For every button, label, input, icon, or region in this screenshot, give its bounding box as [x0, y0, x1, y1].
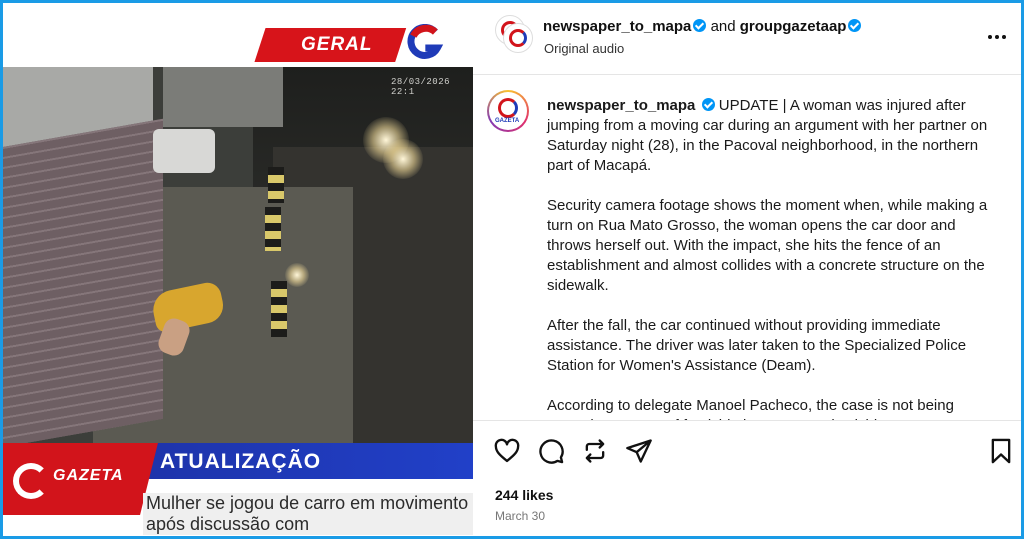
author-username-2[interactable]: groupgazetaap — [740, 18, 847, 35]
comment-icon[interactable] — [537, 437, 565, 465]
caption-paragraph: According to delegate Manoel Pacheco, th… — [547, 397, 954, 420]
post-side-panel: newspaper_to_mapa and groupgazetaap Orig… — [473, 3, 1021, 536]
security-camera-video[interactable]: 28/03/2026 22:1 — [3, 67, 473, 443]
caption-paragraph: newspaper_to_mapa UPDATE | A woman was i… — [547, 96, 997, 176]
caption-username[interactable]: newspaper_to_mapa — [547, 97, 695, 114]
post-header: newspaper_to_mapa and groupgazetaap Orig… — [473, 3, 1021, 75]
avatar-inner: GAZETA — [489, 92, 527, 130]
section-tag-label: GERAL — [301, 34, 373, 55]
more-dots-icon — [988, 35, 1006, 39]
verified-icon — [701, 98, 715, 111]
video-bollard — [271, 281, 287, 337]
brand-name: GAZETA — [53, 467, 124, 484]
news-lower-third: ATUALIZAÇÃO GAZETA Mulher se jogou de ca… — [3, 443, 473, 536]
post-authors: newspaper_to_mapa and groupgazetaap — [543, 18, 862, 35]
post-caption: newspaper_to_mapa UPDATE | A woman was i… — [547, 96, 997, 420]
gazeta-g-icon — [509, 29, 527, 47]
likes-count[interactable]: 244 likes — [495, 487, 553, 503]
video-parked-car — [153, 129, 215, 173]
repost-icon[interactable] — [581, 437, 609, 465]
video-bollard — [265, 207, 281, 251]
verified-icon — [693, 19, 707, 32]
news-headline: Mulher se jogou de carro em movimento ap… — [143, 493, 473, 535]
and-text: and — [710, 18, 736, 35]
audio-label[interactable]: Original audio — [544, 41, 624, 56]
video-car-headlight — [383, 139, 423, 179]
post-actions: 244 likes March 30 — [473, 420, 1021, 536]
video-wall — [3, 118, 163, 443]
save-bookmark-icon[interactable] — [987, 437, 1015, 465]
post-date[interactable]: March 30 — [495, 509, 545, 523]
avatar[interactable]: GAZETA — [487, 90, 529, 132]
video-light-spot — [285, 263, 309, 287]
author-username-1[interactable]: newspaper_to_mapa — [543, 18, 691, 35]
post-media[interactable]: GERAL 28/03/2026 22:1 ATUALIZAÇÃO GAZETA… — [3, 3, 473, 536]
like-heart-icon[interactable] — [493, 437, 521, 465]
gazeta-logo-icon — [13, 463, 49, 499]
share-send-icon[interactable] — [625, 437, 653, 465]
post-frame: GERAL 28/03/2026 22:1 ATUALIZAÇÃO GAZETA… — [3, 3, 1021, 536]
gazeta-g-icon — [407, 23, 444, 59]
caption-scroll-area[interactable]: GAZETA newspaper_to_mapa UPDATE | A woma… — [473, 76, 1021, 420]
avatar[interactable] — [503, 23, 533, 53]
video-timestamp: 28/03/2026 22:1 — [391, 77, 451, 97]
caption-paragraph: Security camera footage shows the moment… — [547, 197, 988, 294]
gazeta-g-icon — [498, 98, 518, 118]
lower-third-title: ATUALIZAÇÃO — [160, 450, 322, 473]
verified-icon — [848, 19, 862, 32]
caption-paragraph: After the fall, the car continued withou… — [547, 317, 967, 374]
more-options-button[interactable] — [987, 23, 1007, 46]
video-bollard — [268, 167, 284, 203]
avatar-brand-text: GAZETA — [495, 118, 520, 124]
video-facade — [163, 67, 283, 127]
